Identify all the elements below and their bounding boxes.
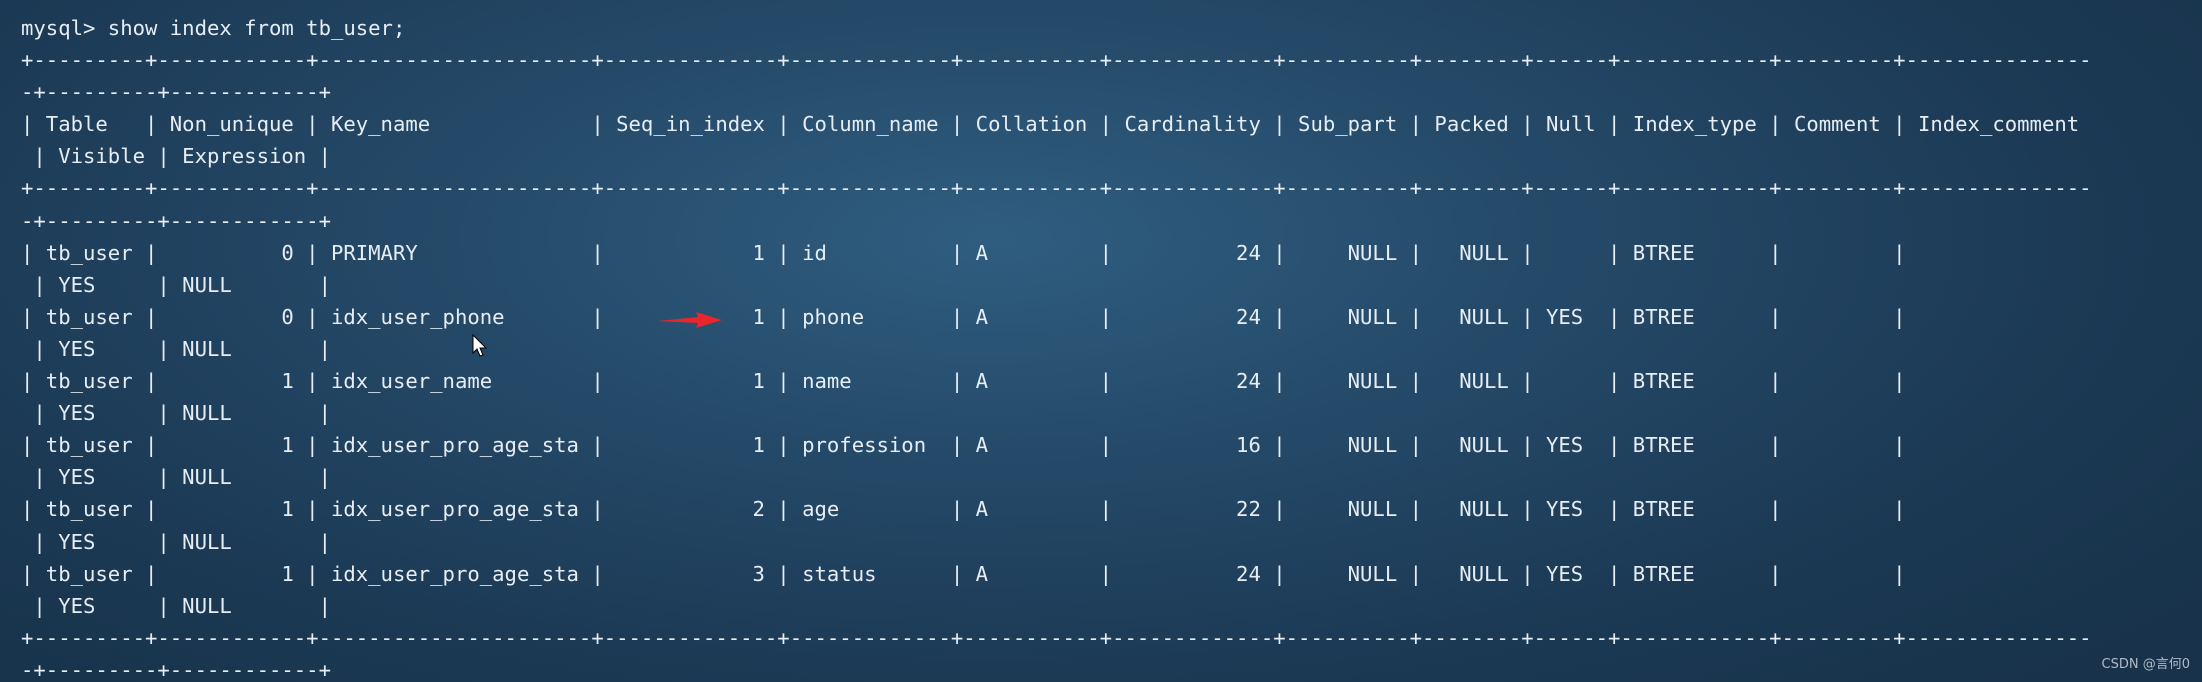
table-row: | tb_user | 0 | idx_user_phone | 1 | pho… [21, 304, 1906, 329]
watermark: CSDN @言何0 [2101, 657, 2190, 672]
table-row: | tb_user | 1 | idx_user_pro_age_sta | 3… [21, 561, 1906, 586]
table-row-wrap: | YES | NULL | [21, 465, 331, 490]
table-border-top-wrap: -+---------+------------+ [21, 80, 331, 105]
table-row: | tb_user | 1 | idx_user_name | 1 | name… [21, 369, 1906, 394]
table-row-wrap: | YES | NULL | [21, 401, 331, 426]
command-line: mysql> show index from tb_user; [21, 16, 406, 40]
table-border-top: +---------+------------+----------------… [21, 48, 2092, 73]
table-row: | tb_user | 1 | idx_user_pro_age_sta | 2… [21, 497, 1906, 522]
terminal-output[interactable]: mysql> show index from tb_user; +-------… [21, 12, 2202, 682]
table-header-row: | Table | Non_unique | Key_name | Seq_in… [21, 112, 2080, 137]
table-row-wrap: | YES | NULL | [21, 336, 331, 361]
table-border-bottom: +---------+------------+----------------… [21, 625, 2092, 650]
table-row: | tb_user | 0 | PRIMARY | 1 | id | A | 2… [21, 240, 1906, 265]
table-row-wrap: | YES | NULL | [21, 272, 331, 297]
mouse-pointer-icon [472, 334, 488, 357]
table-border-bottom-wrap: -+---------+------------+ [21, 657, 331, 682]
table-border-header: +---------+------------+----------------… [21, 176, 2092, 201]
table-header-row-wrap: | Visible | Expression | [21, 144, 331, 169]
table-row-wrap: | YES | NULL | [21, 593, 331, 618]
red-arrow-icon [658, 312, 722, 328]
table-row-wrap: | YES | NULL | [21, 529, 331, 554]
table-border-header-wrap: -+---------+------------+ [21, 208, 331, 233]
table-row: | tb_user | 1 | idx_user_pro_age_sta | 1… [21, 433, 1906, 458]
